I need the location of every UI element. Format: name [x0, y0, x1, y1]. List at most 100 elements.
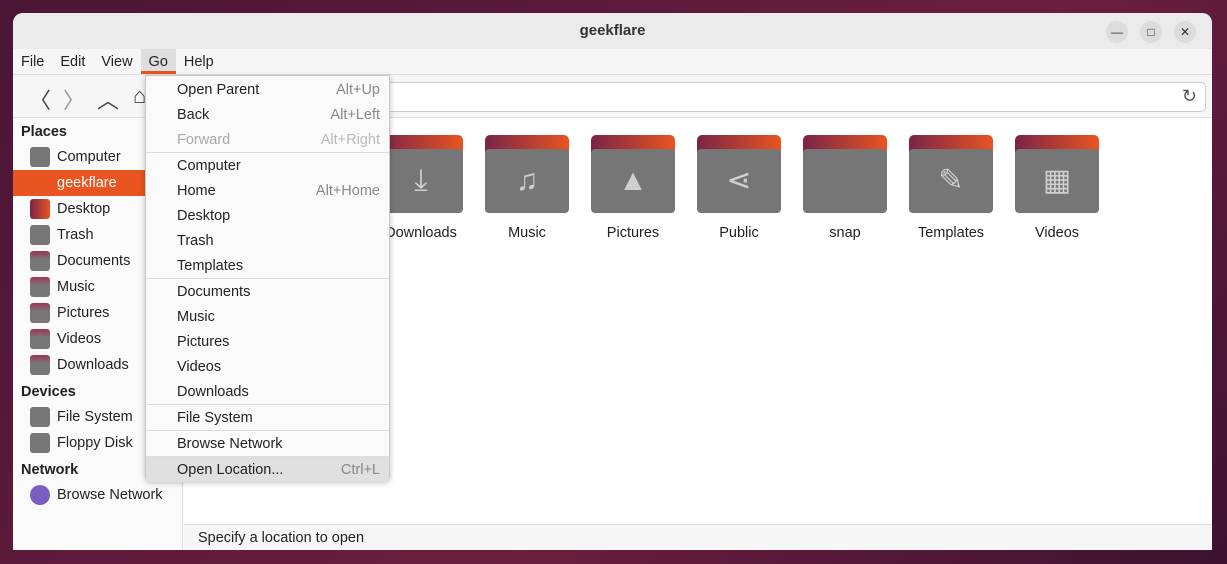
menu-item-desktop[interactable]: Desktop: [146, 203, 389, 228]
menu-item-trash[interactable]: Trash: [146, 228, 389, 253]
drive-icon: [30, 407, 50, 427]
folder-icon: [803, 135, 887, 213]
menu-item-label: Videos: [177, 358, 222, 375]
menu-item-file-system[interactable]: File System: [146, 405, 389, 430]
menu-item-shortcut: Alt+Left: [330, 106, 380, 123]
computer-icon: [30, 147, 50, 167]
folder-music-icon: [30, 277, 50, 297]
folder-icon: ▦: [1015, 135, 1099, 213]
trash-icon: [30, 225, 50, 245]
menu-item-browse-network[interactable]: Browse Network: [146, 431, 389, 456]
menu-item-back[interactable]: Back Alt+Left: [146, 102, 389, 127]
up-button[interactable]: ︿: [97, 83, 119, 115]
folder-label: Music: [508, 225, 546, 241]
menu-item-label: Open Location...: [177, 461, 284, 478]
menu-item-open-parent[interactable]: Open Parent Alt+Up: [146, 77, 389, 102]
go-menu: Open Parent Alt+Up Back Alt+Left Forward Alt+…: [145, 75, 390, 482]
menu-item-label: Downloads: [177, 383, 249, 400]
sidebar-item-label: Music: [57, 279, 95, 295]
menu-item-open-location-[interactable]: Open Location... Ctrl+L: [146, 457, 389, 482]
sidebar-item-label: Downloads: [57, 357, 129, 373]
folder-label: Templates: [917, 225, 985, 241]
folder-snap[interactable]: snap: [792, 135, 898, 241]
sidebar-item-label: Computer: [57, 149, 121, 165]
window-title: geekflare: [579, 22, 646, 39]
folder-pictures[interactable]: ▲ Pictures: [580, 135, 686, 241]
network-icon: [30, 485, 50, 505]
menu-item-documents[interactable]: Documents: [146, 279, 389, 304]
folder-music[interactable]: ♫ Music: [474, 135, 580, 241]
maximize-button[interactable]: □: [1140, 21, 1162, 43]
music-glyph-icon: ♫: [485, 149, 569, 213]
sidebar-item-label: Pictures: [57, 305, 110, 321]
folder-documents-icon: [30, 251, 50, 271]
folder-videos-icon: [30, 329, 50, 349]
folder-label: Public: [719, 225, 759, 241]
public-glyph-icon: ⋖: [697, 149, 781, 213]
menu-item-shortcut: Alt+Right: [320, 131, 380, 148]
menu-item-label: Templates: [177, 257, 244, 274]
folder-icon: ▲: [591, 135, 675, 213]
menu-bar: File Edit View Go Help: [13, 49, 1212, 75]
menu-item-videos[interactable]: Videos: [146, 354, 389, 379]
close-button[interactable]: ✕: [1174, 21, 1196, 43]
menu-item-pictures[interactable]: Pictures: [146, 329, 389, 354]
menu-item-label: Computer: [177, 157, 241, 174]
menu-go[interactable]: Go: [140, 49, 176, 74]
menu-edit[interactable]: Edit: [52, 49, 93, 74]
menu-item-home[interactable]: Home Alt+Home: [146, 178, 389, 203]
folder-icon: ⤓: [379, 135, 463, 213]
folder-templates[interactable]: ✎ Templates: [898, 135, 1004, 241]
menu-item-shortcut: Alt+Home: [315, 182, 380, 199]
menu-item-shortcut: Ctrl+L: [340, 461, 380, 478]
folder-videos[interactable]: ▦ Videos: [1004, 135, 1110, 241]
menu-view[interactable]: View: [93, 49, 140, 74]
menu-item-label: Documents: [177, 283, 251, 300]
snap-glyph-icon: [803, 149, 887, 213]
home-icon: [30, 173, 50, 193]
menu-item-music[interactable]: Music: [146, 304, 389, 329]
menu-item-downloads[interactable]: Downloads: [146, 379, 389, 404]
menu-item-computer[interactable]: Computer: [146, 153, 389, 178]
menu-item-shortcut: Alt+Up: [336, 81, 380, 98]
minimize-button[interactable]: —: [1106, 21, 1128, 43]
forward-button[interactable]: 〉: [63, 83, 85, 115]
videos-glyph-icon: ▦: [1015, 149, 1099, 213]
folder-label: snap: [829, 225, 861, 241]
sidebar-item-label: Trash: [57, 227, 94, 243]
floppy-icon: [30, 433, 50, 453]
menu-item-label: File System: [177, 409, 253, 426]
folder-icon: ⋖: [697, 135, 781, 213]
title-bar: geekflare — □ ✕: [13, 13, 1212, 49]
folder-downloads-icon: [30, 355, 50, 375]
sidebar-item-browse-network[interactable]: Browse Network: [13, 482, 182, 508]
menu-help[interactable]: Help: [176, 49, 222, 74]
sidebar-item-label: geekflare: [57, 175, 117, 191]
menu-item-label: Back: [177, 106, 210, 123]
menu-item-label: Home: [177, 182, 216, 199]
location-bar[interactable]: ↻: [373, 82, 1206, 112]
sidebar-item-label: Videos: [57, 331, 102, 347]
menu-item-templates[interactable]: Templates: [146, 253, 389, 278]
reload-icon[interactable]: ↻: [1182, 86, 1197, 107]
desktop-icon: [30, 199, 50, 219]
folder-icon: ♫: [485, 135, 569, 213]
sidebar-item-label: Documents: [57, 253, 131, 269]
downloads-glyph-icon: ⤓: [379, 149, 463, 213]
templates-glyph-icon: ✎: [909, 149, 993, 213]
menu-item-forward[interactable]: Forward Alt+Right: [146, 127, 389, 152]
menu-item-label: Browse Network: [177, 435, 283, 452]
sidebar-item-label: File System: [57, 409, 133, 425]
menu-file[interactable]: File: [13, 49, 52, 74]
folder-label: Pictures: [606, 225, 660, 241]
back-button[interactable]: 〈: [29, 83, 51, 115]
status-bar: Specify a location to open: [184, 524, 1212, 550]
menu-item-label: Music: [177, 308, 215, 325]
folder-label: Videos: [1034, 225, 1080, 241]
sidebar-item-label: Floppy Disk: [57, 435, 133, 451]
sidebar-item-label: Browse Network: [57, 487, 163, 503]
folder-pictures-icon: [30, 303, 50, 323]
folder-public[interactable]: ⋖ Public: [686, 135, 792, 241]
menu-item-label: Forward: [177, 131, 231, 148]
menu-item-label: Trash: [177, 232, 214, 249]
